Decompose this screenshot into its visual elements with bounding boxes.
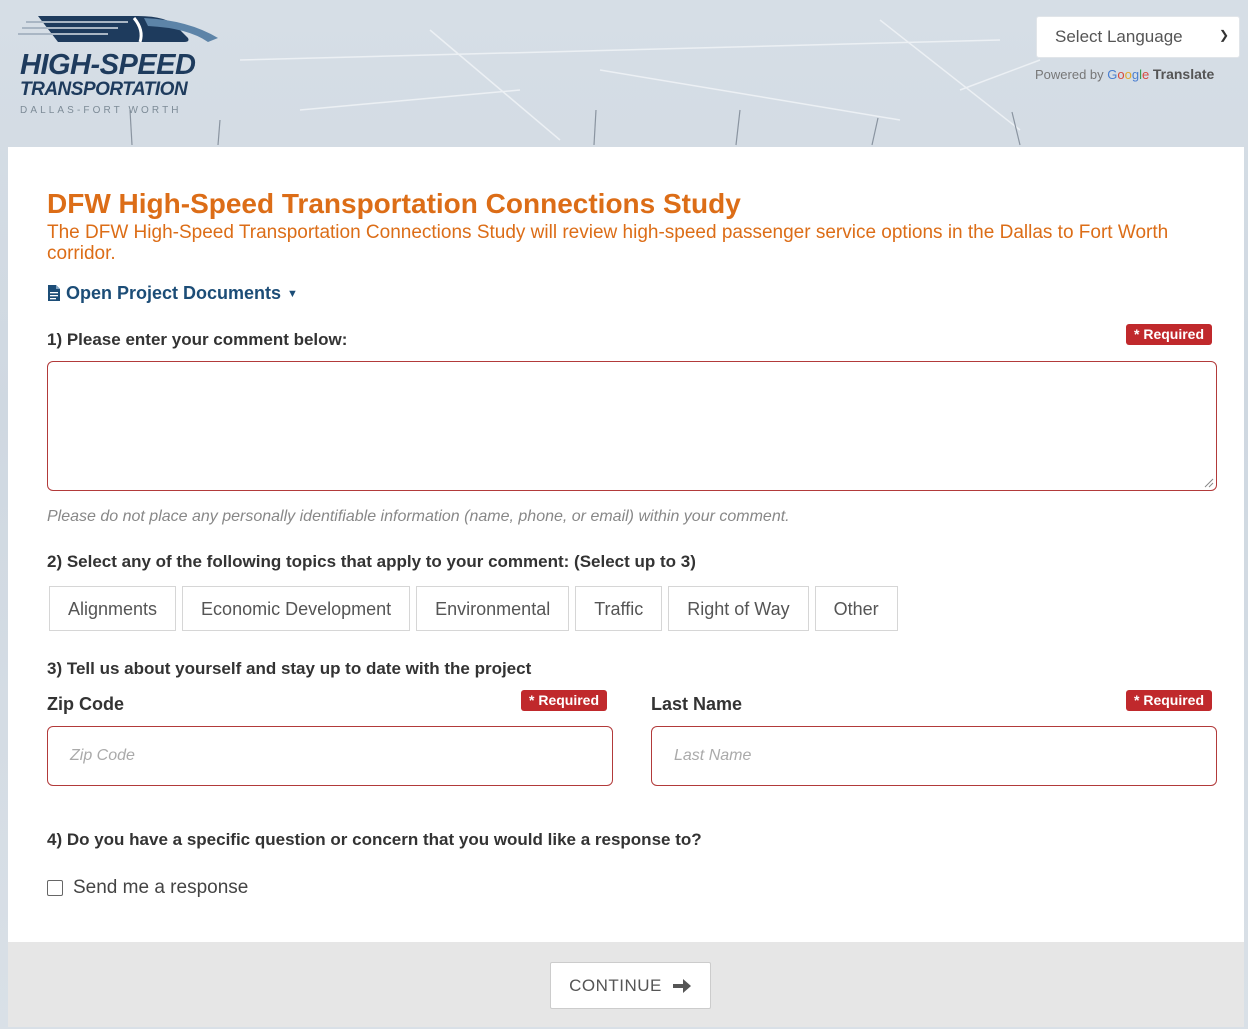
logo-subtitle: TRANSPORTATION	[20, 79, 188, 100]
send-response-option[interactable]: Send me a response	[47, 877, 248, 899]
page-title: DFW High-Speed Transportation Connection…	[47, 188, 741, 219]
required-badge-comment: * Required	[1126, 324, 1213, 345]
question-1-label: 1) Please enter your comment below:	[47, 330, 348, 349]
topic-buttons: Alignments Economic Development Environm…	[49, 586, 898, 631]
topic-economic-development-button[interactable]: Economic Development	[182, 586, 411, 631]
chevron-down-icon: ❯	[1218, 28, 1229, 42]
question-2-label: 2) Select any of the following topics th…	[47, 552, 696, 571]
required-badge-zip: * Required	[521, 690, 608, 711]
comment-hint: Please do not place any personally ident…	[47, 508, 790, 525]
open-project-documents-dropdown[interactable]: Open Project Documents ▼	[47, 283, 298, 304]
open-project-documents-label: Open Project Documents	[66, 283, 282, 303]
comment-textarea[interactable]	[47, 361, 1217, 491]
resize-handle-icon[interactable]	[1204, 478, 1214, 488]
last-name-input[interactable]: Last Name	[651, 726, 1217, 786]
send-response-checkbox[interactable]	[47, 880, 63, 896]
question-3-label: 3) Tell us about yourself and stay up to…	[47, 659, 532, 678]
logo-city: DALLAS-FORT WORTH	[20, 105, 182, 116]
document-icon	[48, 285, 60, 301]
train-swoosh-icon	[18, 16, 218, 43]
language-select-value: Select Language	[1055, 27, 1183, 46]
zip-code-label: Zip Code	[47, 694, 124, 714]
logo-title: HIGH-SPEED	[20, 49, 196, 81]
zip-code-input[interactable]: Zip Code	[47, 726, 613, 786]
topic-environmental-button[interactable]: Environmental	[416, 586, 570, 631]
continue-label: CONTINUE	[569, 975, 662, 995]
language-select[interactable]: Select Language ❯	[1036, 16, 1240, 58]
question-4-label: 4) Do you have a specific question or co…	[47, 830, 702, 849]
topic-traffic-button[interactable]: Traffic	[575, 586, 663, 631]
send-response-label: Send me a response	[73, 877, 249, 898]
page-description: The DFW High-Speed Transportation Connec…	[47, 222, 1169, 264]
continue-button[interactable]: CONTINUE	[550, 962, 711, 1009]
last-name-label: Last Name	[651, 694, 743, 714]
topic-other-button[interactable]: Other	[814, 586, 898, 631]
site-logo[interactable]: HIGH-SPEED TRANSPORTATION DALLAS-FORT WO…	[18, 8, 233, 128]
google-logo: Google	[1107, 67, 1150, 82]
powered-by-google: Powered by Google Translate	[1035, 66, 1215, 82]
required-badge-last-name: * Required	[1126, 690, 1213, 711]
topic-right-of-way-button[interactable]: Right of Way	[668, 586, 809, 631]
translate-link[interactable]: Translate	[1153, 66, 1214, 82]
caret-down-icon: ▼	[287, 288, 298, 300]
topic-alignments-button[interactable]: Alignments	[49, 586, 177, 631]
arrow-right-icon	[672, 978, 691, 993]
